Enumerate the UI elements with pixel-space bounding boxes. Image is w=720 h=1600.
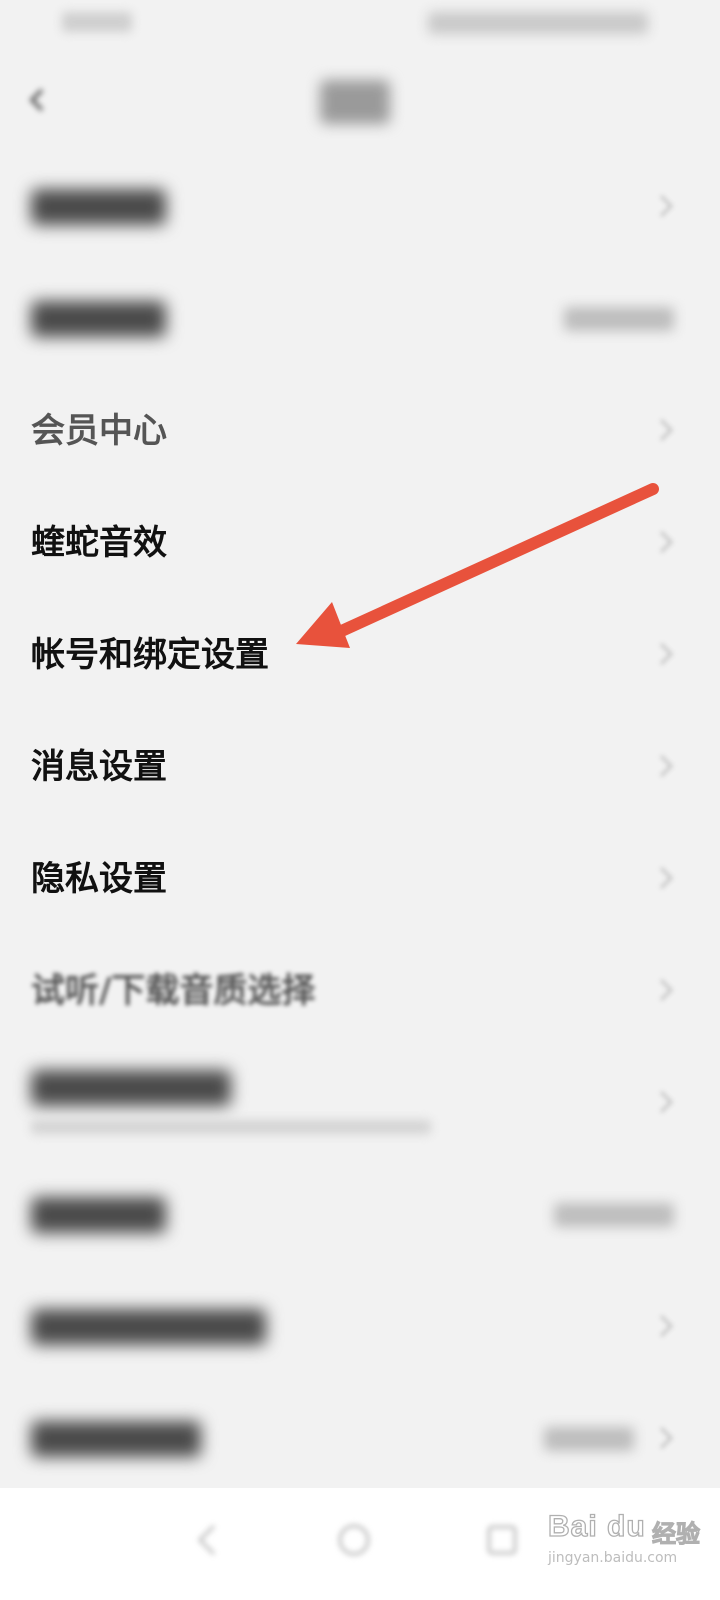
blurred-value [554,1203,674,1227]
page-title [320,80,390,124]
chevron-right-icon [659,1090,674,1114]
chevron-right-icon [659,754,674,778]
blurred-label [31,1197,166,1233]
settings-item-0[interactable] [0,152,720,264]
settings-item-vip-center[interactable]: 会员中心 [0,376,720,488]
settings-item-account-binding[interactable]: 帐号和绑定设置 [0,600,720,712]
status-bar [0,0,720,48]
settings-item-8[interactable] [0,1048,720,1160]
blurred-label [31,1309,266,1345]
blurred-label [31,1070,231,1106]
chevron-right-icon [659,530,674,554]
status-time [62,12,132,32]
settings-item-label: 帐号和绑定设置 [31,635,269,675]
settings-item-viper-sound[interactable]: 蝰蛇音效 [0,488,720,600]
chevron-right-icon [659,978,674,1002]
settings-list: 会员中心 蝰蛇音效 帐号和绑定设置 消息设置 隐私设置 试听/下载音质选择 [0,152,720,1496]
watermark-cn: 经验 [652,1520,701,1549]
settings-item-1[interactable] [0,264,720,376]
nav-back-icon[interactable] [184,1516,232,1564]
settings-item-label: 会员中心 [31,411,167,451]
blurred-label [31,1421,201,1457]
chevron-right-icon [659,642,674,666]
blurred-label [31,301,166,337]
settings-item-label: 隐私设置 [31,859,167,899]
settings-item-message[interactable]: 消息设置 [0,712,720,824]
blurred-value [544,1427,634,1451]
nav-home-icon[interactable] [330,1516,378,1564]
chevron-right-icon [659,866,674,890]
blurred-subtext [31,1120,431,1134]
watermark-url: jingyan.baidu.com [548,1550,678,1566]
settings-item-label: 消息设置 [31,747,167,787]
settings-item-11[interactable] [0,1384,720,1496]
settings-item-label: 试听/下载音质选择 [31,971,316,1011]
status-icons [428,12,648,34]
watermark-logo: Bai du [547,1509,646,1543]
settings-item-privacy[interactable]: 隐私设置 [0,824,720,936]
settings-item-10[interactable] [0,1272,720,1384]
baidu-jingyan-watermark: Bai du 经验 jingyan.baidu.com [547,1509,710,1588]
chevron-right-icon [659,1314,674,1338]
chevron-right-icon [659,194,674,218]
header [0,60,720,144]
nav-recents-icon[interactable] [478,1516,526,1564]
chevron-right-icon [659,1426,674,1450]
blurred-value [564,307,674,331]
blurred-label [31,189,166,225]
settings-item-audio-quality[interactable]: 试听/下载音质选择 [0,936,720,1048]
settings-item-9[interactable] [0,1160,720,1272]
chevron-right-icon [659,418,674,442]
settings-item-label: 蝰蛇音效 [31,523,167,563]
back-icon[interactable] [24,86,52,114]
